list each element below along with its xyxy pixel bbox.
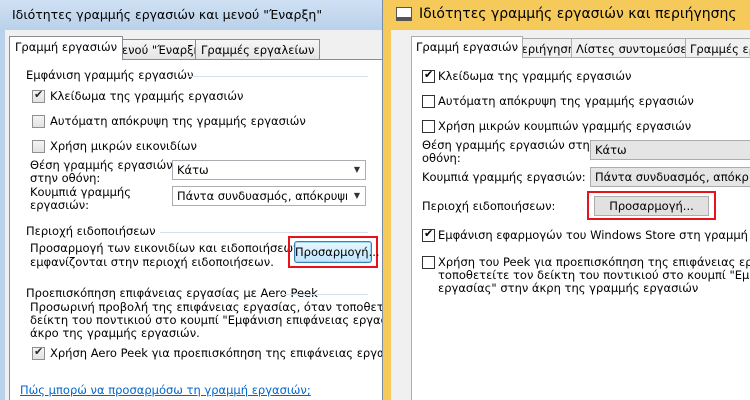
notification-desc-line2: εμφανίζονται στην περιοχή ειδοποιήσεων. xyxy=(30,255,274,269)
lock-taskbar-label: Κλείδωμα της γραμμής εργασιών xyxy=(50,89,244,103)
tab-panel: Κλείδωμα της γραμμής εργασιών Αυτόματη α… xyxy=(411,57,750,400)
lock-taskbar-label: Κλείδωμα της γραμμής εργασιών xyxy=(438,69,632,83)
win8-dialog: Ιδιότητες γραμμής εργασιών και περιήγηση… xyxy=(383,0,750,400)
lock-taskbar-checkbox[interactable] xyxy=(422,68,435,83)
window-title: Ιδιότητες γραμμής εργασιών και μενού "Έν… xyxy=(12,7,323,22)
dialog-body: Γραμμή εργασιών Περιήγηση Λίστες συντομε… xyxy=(391,30,750,400)
chevron-down-icon: ▼ xyxy=(353,165,361,174)
use-peek-checkbox[interactable] xyxy=(32,345,45,360)
notification-label: Περιοχή ειδοποιήσεων: xyxy=(422,199,556,213)
location-label-line2: οθόνη: xyxy=(422,151,461,165)
buttons-dropdown[interactable]: Πάντα συνδυασμός, απόκρυψη ετικετών ▼ xyxy=(172,186,366,206)
location-label-line1: Θέση γραμμής εργασιών xyxy=(30,158,173,172)
tab-panel: Εμφάνιση γραμμής εργασιών Κλείδωμα της γ… xyxy=(9,59,383,400)
title-bar[interactable]: Ιδιότητες γραμμής εργασιών και μενού "Έν… xyxy=(0,0,382,30)
store-apps-checkbox[interactable] xyxy=(422,227,435,242)
help-link[interactable]: Πώς μπορώ να προσαρμόσω τη γραμμή εργασι… xyxy=(20,383,311,397)
window-icon xyxy=(396,7,412,21)
group-divider xyxy=(280,294,368,295)
auto-hide-checkbox[interactable] xyxy=(422,95,435,108)
win7-dialog: Ιδιότητες γραμμής εργασιών και μενού "Έν… xyxy=(0,0,383,400)
group-label-aero-peek: Προεπισκόπηση επιφάνειας εργασίας με Aer… xyxy=(26,286,318,300)
customize-button[interactable]: Προσαρμογή... xyxy=(294,241,380,263)
location-dropdown[interactable]: Κάτω ▼ xyxy=(172,160,366,180)
tab-taskbar[interactable]: Γραμμή εργασιών xyxy=(411,36,524,58)
peek-label-line3: εργασίας" στην άκρη της γραμμής εργασιών xyxy=(438,281,699,295)
location-label-line2: στην οθόνη: xyxy=(30,171,101,185)
lock-taskbar-checkbox[interactable] xyxy=(32,88,45,103)
buttons-value: Πάντα συνδυασμός, απόκρ. επικ. xyxy=(595,170,750,184)
buttons-dropdown[interactable]: Πάντα συνδυασμός, απόκρ. επικ. xyxy=(590,167,750,187)
group-label-notifications: Περιοχή ειδοποιήσεων xyxy=(26,224,156,238)
use-peek-label: Χρήση Aero Peek για προεπισκόπηση της επ… xyxy=(50,346,383,360)
chevron-down-icon: ▼ xyxy=(353,191,361,200)
tab-toolbars[interactable]: Γραμμές εργ xyxy=(685,38,750,58)
location-label-line1: Θέση γραμμής εργασιών στην xyxy=(422,138,597,152)
buttons-label-line2: εργασιών: xyxy=(30,198,90,212)
group-divider xyxy=(188,76,368,77)
auto-hide-checkbox[interactable] xyxy=(32,115,45,128)
small-buttons-checkbox[interactable] xyxy=(422,120,435,133)
auto-hide-label: Αυτόματη απόκρυψη της γραμμής εργασιών xyxy=(438,94,694,108)
location-dropdown[interactable]: Κάτω xyxy=(590,140,750,160)
peek-desc-line3: άκρο της γραμμής εργασιών. xyxy=(30,326,200,340)
buttons-value: Πάντα συνδυασμός, απόκρυψη ετικετών xyxy=(177,189,347,203)
peek-label-line1: Χρήση του Peek για προεπισκόπηση της επι… xyxy=(438,255,750,269)
small-icons-label: Χρήση μικρών εικονιδίων xyxy=(50,139,197,153)
auto-hide-label: Αυτόματη απόκρυψη της γραμμής εργασιών xyxy=(50,114,306,128)
buttons-label-line1: Κουμπιά γραμμής xyxy=(30,185,131,199)
dialog-body: Γραμμή εργασιών Μενού "Έναρξη" Γραμμές ε… xyxy=(5,30,383,400)
tab-toolbars[interactable]: Γραμμές εργαλείων xyxy=(195,39,321,60)
group-divider xyxy=(160,232,368,233)
group-label-appearance: Εμφάνιση γραμμής εργασιών xyxy=(26,68,194,82)
location-value: Κάτω xyxy=(595,143,627,157)
peek-desc-line1: Προσωρινή προβολή της επιφάνειας εργασία… xyxy=(30,300,383,314)
small-icons-checkbox[interactable] xyxy=(32,140,45,153)
buttons-label: Κουμπιά γραμμής εργασιών: xyxy=(422,170,586,184)
customize-button[interactable]: Προσαρμογή... xyxy=(594,196,709,216)
store-apps-label: Εμφάνιση εφαρμογών του Windows Store στη… xyxy=(438,228,750,242)
location-value: Κάτω xyxy=(177,163,209,177)
small-buttons-label: Χρήση μικρών κουμπιών γραμμής εργασιών xyxy=(438,119,692,133)
tab-taskbar[interactable]: Γραμμή εργασιών xyxy=(9,36,124,60)
peek-checkbox[interactable] xyxy=(422,256,435,269)
peek-desc-line2: δείκτη του ποντικιού στο κουμπί "Εμφάνισ… xyxy=(30,313,382,327)
window-title: Ιδιότητες γραμμής εργασιών και περιήγηση… xyxy=(419,6,737,22)
peek-label-line2: τοποθετείτε τον δείκτη του ποντικιού στο… xyxy=(438,268,750,282)
notification-desc-line1: Προσαρμογή των εικονιδίων και ειδοποιήσε… xyxy=(30,241,324,255)
